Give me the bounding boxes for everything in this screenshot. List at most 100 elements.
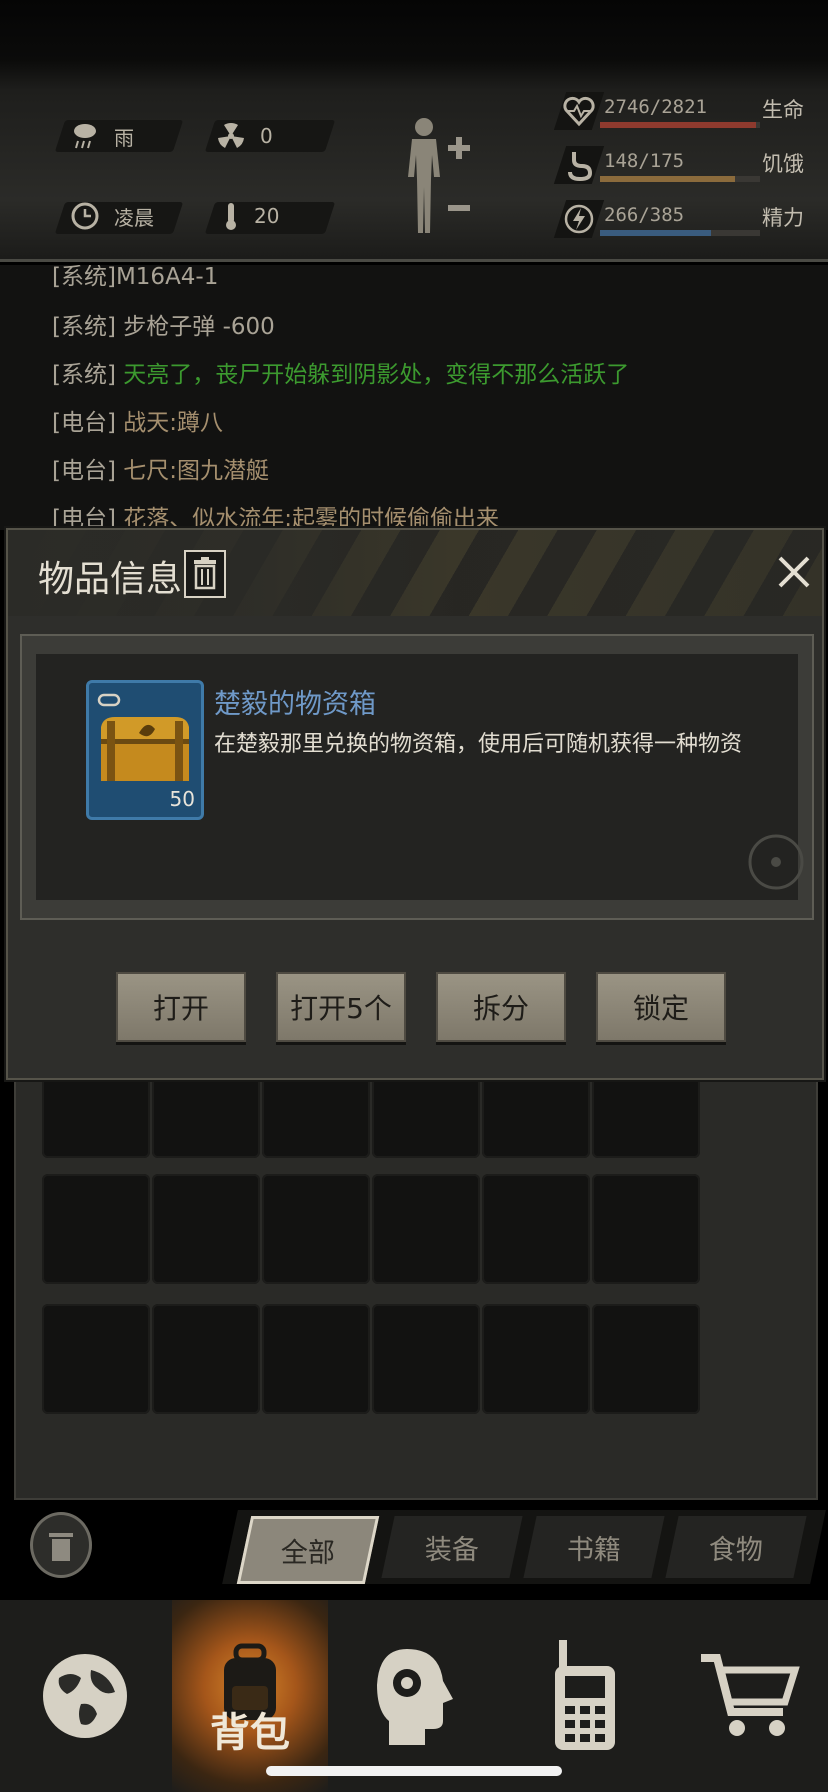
tab-label: 全部 — [281, 1537, 335, 1569]
trash-icon — [194, 557, 216, 590]
inventory-slot[interactable] — [152, 1174, 260, 1284]
head-gear-icon — [377, 1649, 453, 1745]
tab-label: 食物 — [709, 1534, 763, 1566]
energy-bar-fill — [600, 230, 711, 236]
log-text: 步枪子弹 -600 — [123, 314, 275, 340]
close-icon — [778, 556, 810, 588]
time-stat: 凌晨 — [70, 200, 154, 232]
log-tag: [电台] — [52, 410, 116, 436]
thermometer-icon — [226, 203, 236, 230]
inventory-slot[interactable] — [42, 1304, 150, 1414]
message-log[interactable]: [系统]M16A4-1 [系统] 步枪子弹 -600 [系统] 天亮了，丧尸开始… — [0, 265, 828, 530]
nav-radio[interactable] — [500, 1600, 670, 1792]
tab-books[interactable]: 书籍 — [523, 1516, 665, 1578]
stomach-icon — [568, 152, 593, 182]
health-value: 2746/2821 — [604, 96, 707, 118]
log-text: 战天:蹲八 — [123, 410, 224, 436]
tab-equipment[interactable]: 装备 — [381, 1516, 523, 1578]
item-icon-slot[interactable]: 50 — [86, 680, 204, 820]
item-count: 50 — [169, 787, 195, 811]
health-bar — [600, 122, 760, 128]
popup-title: 物品信息 — [38, 559, 183, 600]
health-bar-fill — [600, 122, 756, 128]
lightning-icon — [564, 204, 594, 234]
inventory-slot[interactable] — [372, 1304, 480, 1414]
bottom-nav: 背包 — [0, 1600, 828, 1792]
split-button[interactable]: 拆分 — [436, 972, 566, 1042]
open-five-button[interactable]: 打开5个 — [276, 972, 406, 1042]
log-text: 七尺:图九潜艇 — [123, 458, 270, 484]
radiation-icon — [218, 122, 244, 148]
close-button[interactable] — [772, 550, 816, 594]
nav-shop[interactable] — [670, 1600, 828, 1792]
hunger-label: 饥饿 — [762, 152, 804, 176]
inventory-slot[interactable] — [592, 1304, 700, 1414]
temperature-stat: 20 — [222, 200, 279, 232]
radiation-value: 0 — [260, 124, 273, 148]
inventory-slot[interactable] — [262, 1304, 370, 1414]
body-figure-icon — [408, 118, 470, 233]
trash-button[interactable] — [184, 550, 226, 598]
weather-stat: 雨 — [70, 120, 134, 152]
nav-backpack-label: 背包 — [210, 1710, 290, 1756]
home-indicator[interactable] — [266, 1766, 562, 1776]
inventory-slot[interactable] — [482, 1174, 590, 1284]
log-tag: [电台] — [52, 458, 116, 484]
inventory-slot[interactable] — [42, 1174, 150, 1284]
item-description: 在楚毅那里兑换的物资箱，使用后可随机获得一种物资 — [214, 732, 743, 757]
rain-icon — [74, 124, 96, 149]
inventory-slot[interactable] — [152, 1304, 260, 1414]
log-line: [电台] 七尺:图九潜艇 — [52, 451, 269, 485]
energy-value: 266/385 — [604, 204, 685, 226]
hunger-value: 148/175 — [604, 150, 685, 172]
log-tag: [系统] — [52, 314, 116, 340]
tab-label: 书籍 — [567, 1534, 621, 1566]
time-label: 凌晨 — [114, 205, 154, 230]
inventory-slot[interactable] — [482, 1304, 590, 1414]
item-info-popup: 物品信息 50 楚毅的物资箱 在楚毅那里兑换的物资箱，使用后可随机获得一种物资 … — [6, 528, 824, 1080]
log-text: 花落、似水流年:起雾的时候偷偷出来 — [123, 506, 500, 530]
radiation-stat: 0 — [216, 120, 273, 152]
log-line: [系统] 步枪子弹 -600 — [52, 307, 275, 341]
heart-icon — [563, 96, 595, 127]
tab-label: 装备 — [425, 1534, 479, 1566]
log-line: [电台] 花落、似水流年:起雾的时候偷偷出来 — [52, 499, 499, 530]
nav-map[interactable] — [0, 1600, 170, 1792]
log-tag: [电台] — [52, 506, 116, 530]
clock-icon — [71, 202, 99, 230]
temperature-value: 20 — [254, 204, 280, 228]
cart-icon — [701, 1654, 800, 1736]
hunger-bar — [600, 176, 760, 182]
energy-label: 精力 — [762, 206, 804, 230]
log-tag: [系统] — [52, 265, 116, 290]
open-button[interactable]: 打开 — [116, 972, 246, 1042]
log-line: [系统] 天亮了，丧尸开始躲到阴影处，变得不那么活跃了 — [52, 355, 629, 389]
hunger-bar-fill — [600, 176, 736, 182]
log-text: 天亮了，丧尸开始躲到阴影处，变得不那么活跃了 — [123, 362, 630, 388]
radio-icon — [555, 1640, 615, 1750]
trash-icon — [49, 1533, 73, 1561]
log-tag: [系统] — [52, 362, 116, 388]
energy-bar — [600, 230, 760, 236]
inventory-slot[interactable] — [262, 1174, 370, 1284]
radiation-watermark-icon — [748, 834, 804, 890]
log-line: [系统]M16A4-1 — [52, 265, 218, 291]
inventory-slot[interactable] — [592, 1174, 700, 1284]
inventory-slot[interactable] — [372, 1174, 480, 1284]
lock-button[interactable]: 锁定 — [596, 972, 726, 1042]
tab-food[interactable]: 食物 — [665, 1516, 807, 1578]
status-header: 雨 0 凌晨 20 2746/2821 生命 148/175 饥饿 266/38… — [0, 0, 828, 262]
health-label: 生命 — [762, 98, 804, 122]
log-line: [电台] 战天:蹲八 — [52, 403, 223, 437]
item-name: 楚毅的物资箱 — [214, 689, 376, 720]
nav-skills[interactable] — [330, 1600, 500, 1792]
log-text: M16A4-1 — [115, 265, 219, 290]
tab-all[interactable]: 全部 — [236, 1516, 380, 1584]
item-info-card: 50 楚毅的物资箱 在楚毅那里兑换的物资箱，使用后可随机获得一种物资 — [20, 634, 814, 920]
weather-label: 雨 — [114, 125, 134, 150]
inventory-grid — [14, 1048, 818, 1500]
globe-icon — [43, 1654, 127, 1738]
nav-backpack[interactable]: 背包 — [172, 1600, 328, 1792]
discard-button[interactable] — [30, 1512, 92, 1578]
body-status-button[interactable] — [400, 115, 480, 247]
